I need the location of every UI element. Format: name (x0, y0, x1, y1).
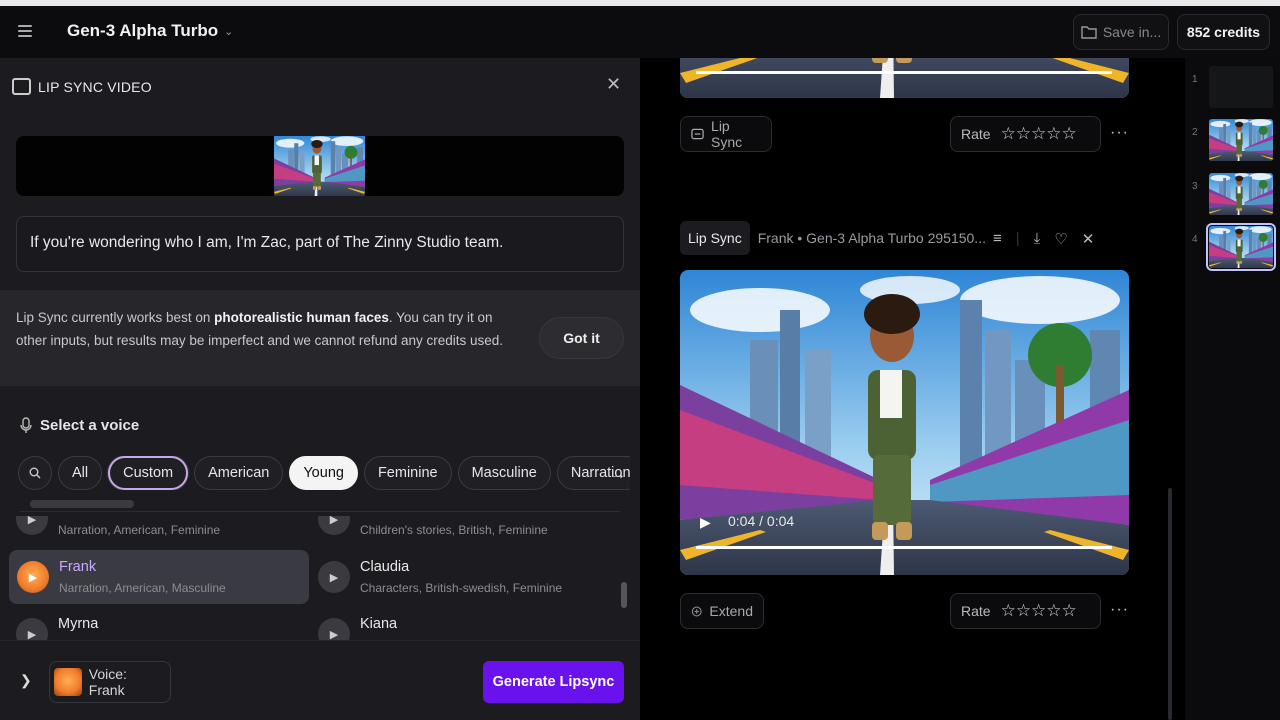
filter-feminine[interactable]: Feminine (363, 456, 452, 490)
current-voice-label: Voice: Frank (88, 666, 127, 698)
voice-item-myrna[interactable]: ▶ Myrna (8, 607, 308, 640)
rail-thumbnail (1209, 173, 1273, 215)
voice-list: ▶ Narration, American, Feminine ▶ Childr… (0, 516, 640, 640)
rail-item[interactable]: 3 (1185, 173, 1280, 219)
play-icon[interactable]: ▶ (17, 561, 49, 593)
filter-young[interactable]: Young (289, 456, 358, 490)
menu-icon[interactable] (18, 25, 32, 37)
list-item[interactable]: ▶ Children's stories, British, Feminine (310, 516, 610, 546)
play-icon: ▶ (318, 516, 350, 535)
save-in-button[interactable]: Save in... (1073, 14, 1169, 50)
credits-button[interactable]: 852 credits (1177, 14, 1270, 50)
play-icon[interactable]: ▶ (318, 618, 350, 640)
voice-tags: Children's stories, British, Feminine (360, 523, 548, 537)
voice-item-frank[interactable]: ▶ Frank Narration, American, Masculine (9, 550, 309, 604)
voice-item-claudia[interactable]: ▶ Claudia Characters, British-swedish, F… (310, 550, 610, 604)
star-rating[interactable]: ☆☆☆☆☆ (1001, 124, 1077, 144)
panel-header: LIP SYNC VIDEO ✕ (0, 58, 640, 116)
lipsync-video-icon (12, 78, 31, 95)
rail-item[interactable]: 2 (1185, 119, 1280, 165)
save-in-label: Save in... (1102, 24, 1162, 40)
video-time: 0:04 / 0:04 (728, 513, 795, 529)
lip-sync-button[interactable]: Lip Sync (680, 116, 772, 152)
search-icon (29, 467, 41, 479)
model-selector[interactable]: Gen-3 Alpha Turbo ⌄ (67, 21, 233, 41)
lip-sync-tag: Lip Sync (680, 221, 750, 255)
lipsync-panel: LIP SYNC VIDEO ✕ If you're wondering who… (0, 58, 640, 720)
voice-name: Claudia (360, 559, 410, 575)
rail-thumbnail-selected (1206, 223, 1276, 271)
play-icon[interactable]: ▶ (16, 618, 48, 640)
list-icon[interactable]: ≡ (993, 230, 1002, 248)
panel-footer: ❯ Voice: Frank Generate Lipsync (0, 640, 640, 720)
close-icon[interactable]: ✕ (606, 74, 621, 95)
separator: | (1015, 230, 1020, 247)
voice-filter-chips: All Custom American Young Feminine Mascu… (18, 456, 630, 490)
play-icon: ▶ (16, 516, 48, 535)
rate-control[interactable]: Rate ☆☆☆☆☆ (950, 116, 1101, 152)
video-player[interactable]: ▶ 0:04 / 0:04 (680, 270, 1129, 575)
voice-name: Kiana (360, 616, 398, 632)
panel-title: LIP SYNC VIDEO (38, 79, 152, 95)
card-actions: ≡ | ⤓ ♡ ✕ (993, 230, 1094, 248)
current-voice-pill[interactable]: Voice: Frank (49, 661, 171, 703)
source-video-thumbnail (274, 136, 365, 196)
voice-tags: Characters, British-swedish, Feminine (360, 581, 563, 595)
list-item[interactable]: ▶ Narration, American, Feminine (8, 516, 308, 546)
microphone-icon (20, 417, 32, 433)
rail-thumbnail (1209, 119, 1273, 161)
model-name: Gen-3 Alpha Turbo (67, 21, 219, 40)
card-title: Frank • Gen-3 Alpha Turbo 295150... (757, 230, 986, 246)
script-text-input[interactable]: If you're wondering who I am, I'm Zac, p… (16, 216, 624, 272)
voice-name: Myrna (58, 616, 99, 632)
download-icon[interactable]: ⤓ (1034, 230, 1041, 248)
heart-icon[interactable]: ♡ (1054, 230, 1067, 248)
close-icon[interactable]: ✕ (1082, 230, 1095, 248)
rail-item[interactable]: 1 (1185, 66, 1280, 112)
filter-custom[interactable]: Custom (108, 456, 189, 490)
filter-american[interactable]: American (194, 456, 284, 490)
generate-lipsync-button[interactable]: Generate Lipsync (483, 661, 624, 703)
lipsync-notice: Lip Sync currently works best on photore… (0, 290, 640, 386)
voice-name: Frank (59, 559, 97, 575)
filter-masculine[interactable]: Masculine (457, 456, 551, 490)
video-progress-bar[interactable] (696, 546, 1112, 549)
voice-item-kiana[interactable]: ▶ Kiana (310, 607, 610, 640)
arrow-right-icon[interactable]: → (610, 466, 626, 484)
previous-video-clip[interactable] (680, 58, 1129, 98)
search-voices-button[interactable] (18, 456, 52, 490)
got-it-button[interactable]: Got it (539, 317, 624, 359)
extend-icon (691, 606, 702, 616)
generation-feed: Lip Sync Rate ☆☆☆☆☆ ··· Lip Sync Frank •… (640, 58, 1185, 720)
feed-scrollbar[interactable] (1168, 488, 1172, 720)
rail-thumbnail (1209, 66, 1273, 108)
voice-tags: Narration, American, Masculine (59, 581, 226, 595)
star-rating[interactable]: ☆☆☆☆☆ (1001, 601, 1077, 621)
voice-list-scrollbar[interactable] (621, 582, 627, 608)
more-options-icon[interactable]: ··· (1110, 124, 1129, 142)
notice-text: Lip Sync currently works best on photore… (16, 310, 504, 348)
play-icon[interactable]: ▶ (700, 514, 711, 531)
voice-avatar (54, 668, 82, 696)
source-media-strip[interactable] (16, 136, 624, 196)
video-progress-bar[interactable] (696, 71, 1112, 74)
more-options-icon[interactable]: ··· (1110, 601, 1129, 619)
select-voice-heading: Select a voice (20, 417, 139, 434)
chevron-down-icon: ⌄ (224, 25, 234, 38)
rate-control[interactable]: Rate ☆☆☆☆☆ (950, 593, 1101, 629)
folder-icon (1081, 26, 1097, 39)
divider (20, 511, 620, 512)
extend-button[interactable]: Extend (680, 593, 764, 629)
filter-all[interactable]: All (58, 456, 103, 490)
lipsync-icon (691, 128, 704, 140)
top-bar: Gen-3 Alpha Turbo ⌄ Save in... 852 credi… (0, 6, 1280, 58)
rail-item[interactable]: 4 (1185, 223, 1280, 272)
thumbnail-rail: 1 2 3 4 (1185, 58, 1280, 720)
filter-scrollbar[interactable] (30, 500, 134, 508)
chevron-down-icon[interactable]: ❯ (20, 672, 32, 689)
previous-video-frame (680, 58, 1129, 98)
voice-tags: Narration, American, Feminine (58, 523, 221, 537)
play-icon[interactable]: ▶ (318, 561, 350, 593)
